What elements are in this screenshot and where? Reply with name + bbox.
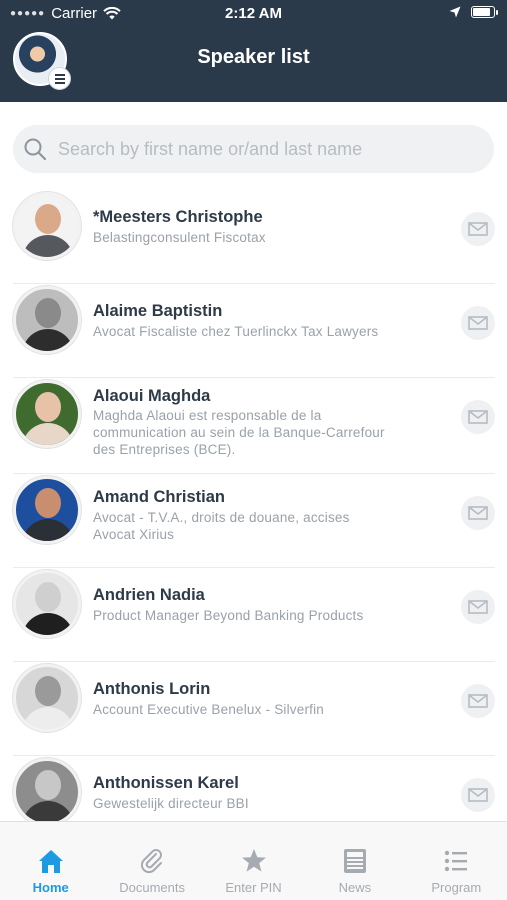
tab-enter-pin[interactable]: Enter PIN [203, 822, 304, 900]
location-arrow-icon [449, 6, 461, 18]
speaker-name: Andrien Nadia [93, 586, 205, 604]
battery-icon [471, 6, 498, 18]
speaker-description: Avocat - T.V.A., droits de douane, accis… [93, 510, 350, 542]
search-input[interactable] [58, 125, 478, 173]
tab-program[interactable]: Program [406, 822, 507, 900]
speaker-photo [13, 380, 81, 448]
speaker-row[interactable]: Alaoui Maghda Maghda Alaoui est responsa… [13, 378, 495, 474]
mail-icon[interactable] [461, 684, 495, 718]
tab-label: Enter PIN [225, 880, 282, 895]
speaker-row[interactable]: Anthonis Lorin Account Executive Benelux… [13, 662, 495, 756]
battery-fill [473, 8, 490, 16]
menu-icon[interactable] [48, 67, 71, 90]
speaker-row[interactable]: *Meesters Christophe Belastingconsulent … [13, 190, 495, 284]
page-title: Speaker list [197, 46, 310, 68]
speaker-photo [13, 192, 81, 260]
speaker-row[interactable]: Amand Christian Avocat - T.V.A., droits … [13, 474, 495, 568]
speaker-description: Gewestelijk directeur BBI [93, 796, 249, 811]
tab-bar: Home Documents Enter PIN News Program [0, 821, 507, 900]
tab-documents[interactable]: Documents [101, 822, 202, 900]
list-icon [445, 850, 468, 872]
speaker-name: *Meesters Christophe [93, 208, 263, 226]
speaker-description: Account Executive Benelux - Silverfin [93, 702, 325, 717]
speaker-row[interactable]: Alaime Baptistin Avocat Fiscaliste chez … [13, 284, 495, 378]
star-icon [241, 849, 266, 872]
tab-news[interactable]: News [304, 822, 405, 900]
speaker-description: Product Manager Beyond Banking Products [93, 608, 364, 623]
speaker-name: Anthonissen Karel [93, 774, 239, 792]
mail-icon[interactable] [461, 212, 495, 246]
mail-icon[interactable] [461, 496, 495, 530]
status-bar: ●●●●● Carrier 2:12 AM [0, 0, 507, 28]
speaker-description: Avocat Fiscaliste chez Tuerlinckx Tax La… [93, 324, 379, 339]
search-bar[interactable] [13, 125, 494, 173]
speaker-photo [13, 664, 81, 732]
app-header: ●●●●● Carrier 2:12 AM Speaker list [0, 0, 507, 102]
speaker-name: Alaime Baptistin [93, 302, 223, 320]
speaker-row[interactable]: Andrien Nadia Product Manager Beyond Ban… [13, 568, 495, 662]
tab-label: Documents [119, 880, 185, 895]
mail-icon[interactable] [461, 400, 495, 434]
mail-icon[interactable] [461, 306, 495, 340]
speaker-photo [13, 570, 81, 638]
home-icon [38, 850, 63, 873]
speaker-name: Anthonis Lorin [93, 680, 211, 698]
search-icon [24, 138, 47, 161]
speaker-description: Maghda Alaoui est responsable de la comm… [93, 408, 385, 457]
speaker-list: *Meesters Christophe Belastingconsulent … [0, 190, 507, 850]
tab-label: Home [32, 880, 69, 895]
newspaper-icon [343, 849, 366, 873]
speaker-photo [13, 476, 81, 544]
speaker-photo [13, 286, 81, 354]
mail-icon[interactable] [461, 778, 495, 812]
speaker-photo [13, 758, 81, 826]
status-time: 2:12 AM [225, 5, 282, 22]
speaker-name: Amand Christian [93, 488, 226, 506]
paperclip-icon [141, 849, 163, 874]
tab-home[interactable]: Home [0, 822, 101, 900]
mail-icon[interactable] [461, 590, 495, 624]
tab-label: News [338, 880, 372, 895]
tab-label: Program [431, 880, 482, 895]
speaker-name: Alaoui Maghda [93, 387, 211, 405]
speaker-description: Belastingconsulent Fiscotax [93, 230, 266, 245]
